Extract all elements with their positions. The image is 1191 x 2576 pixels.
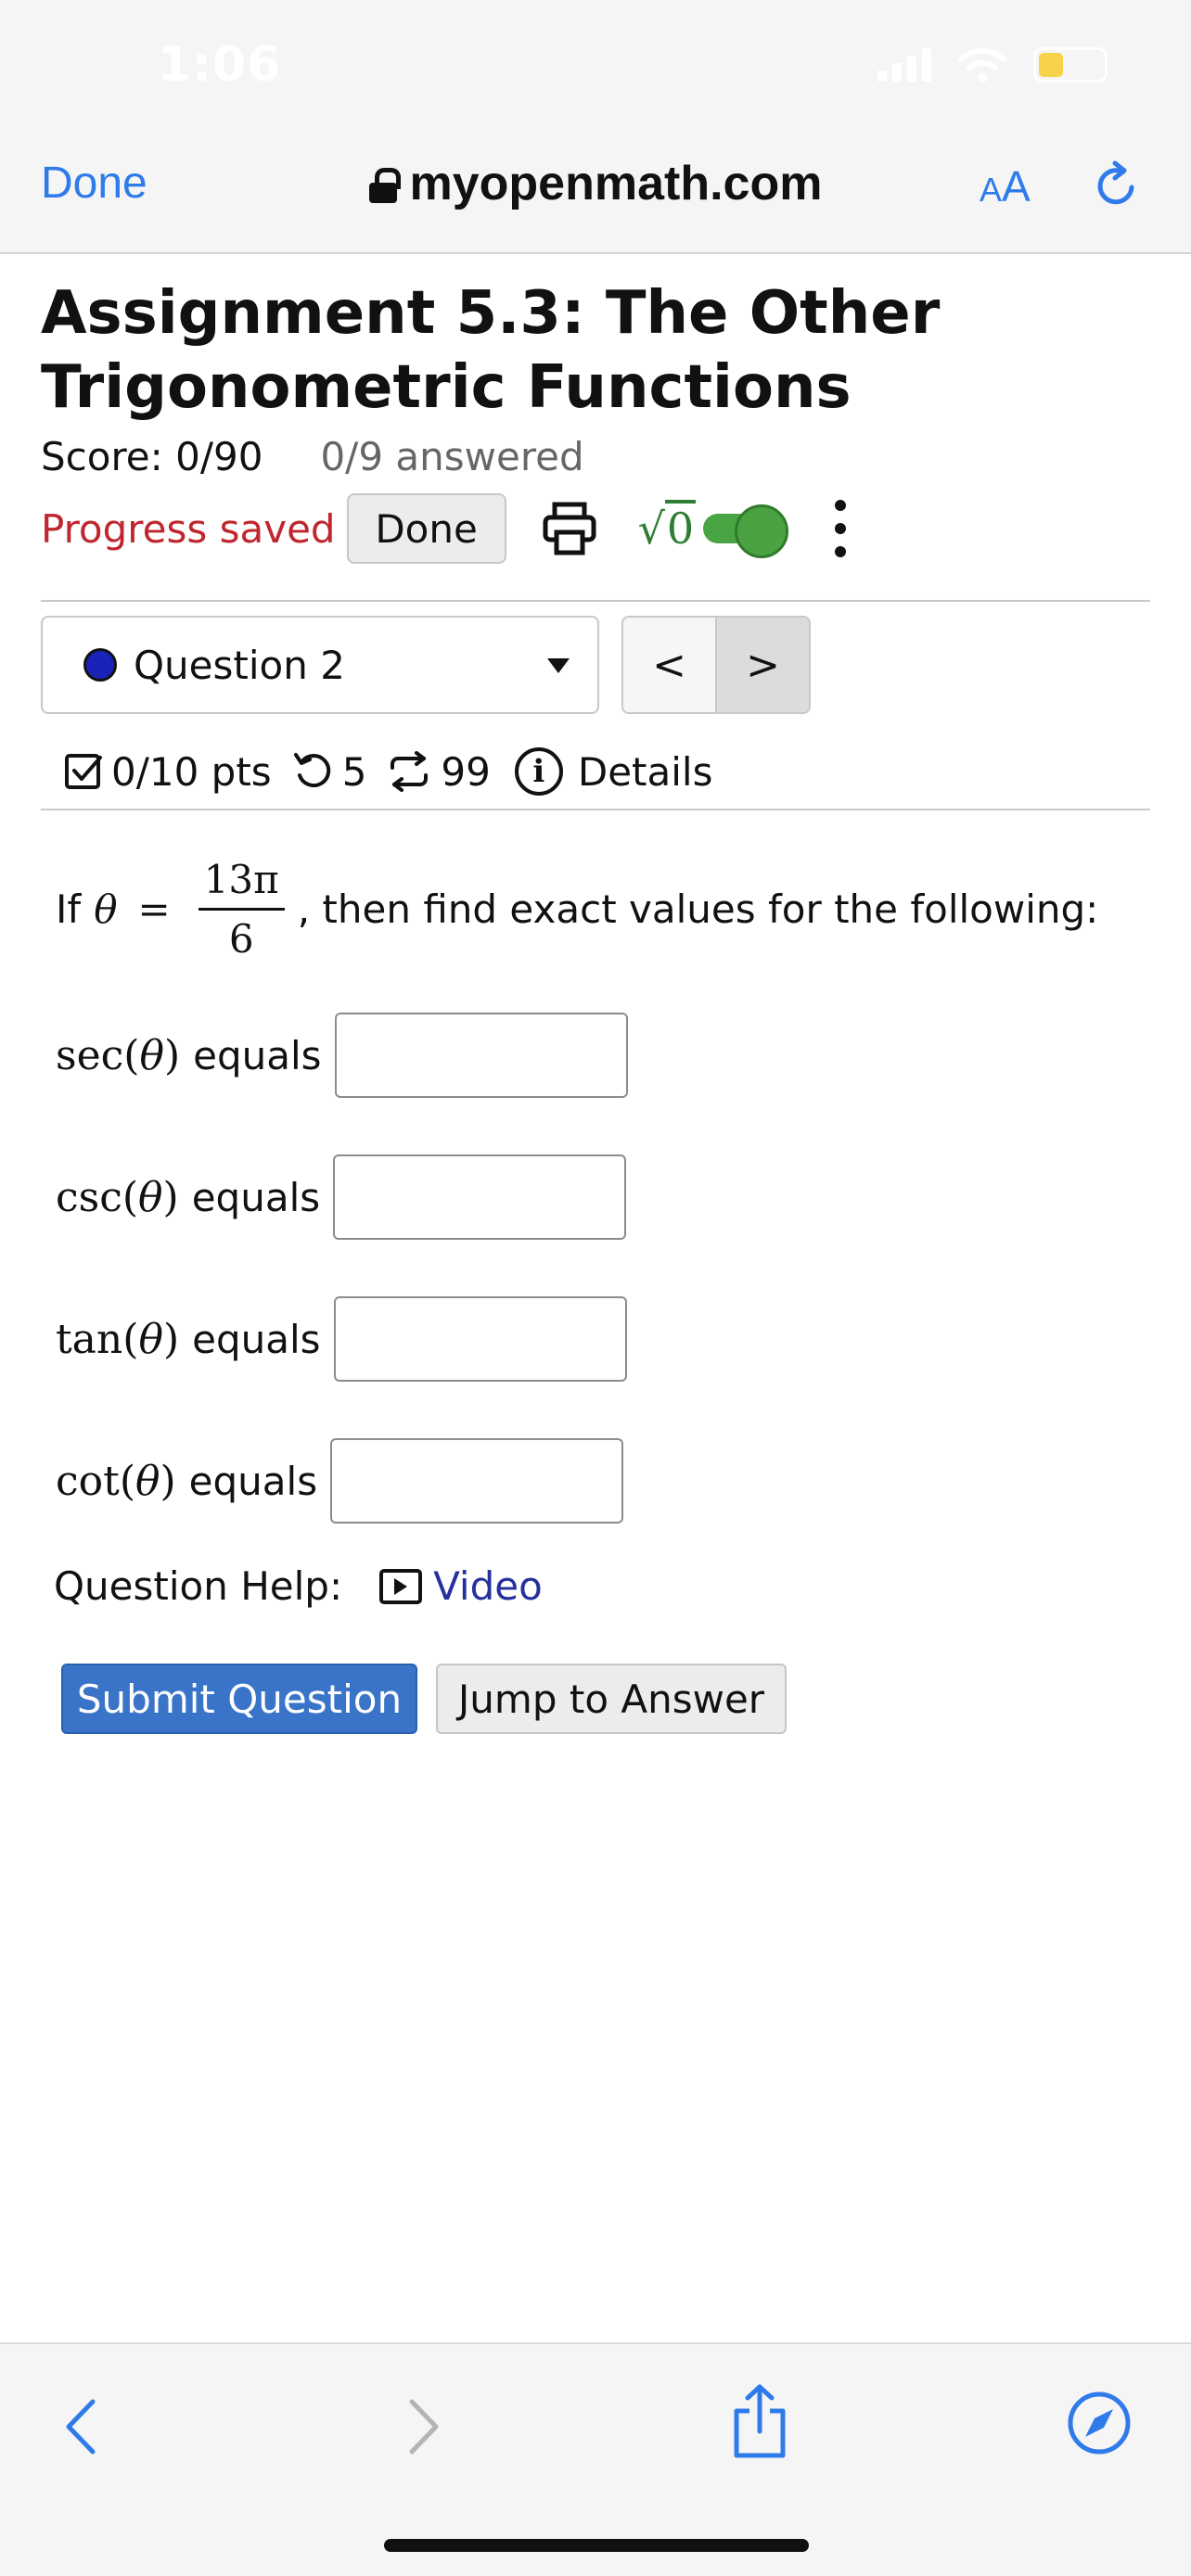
sec-answer-row: sec(θ) equals — [56, 1013, 628, 1098]
video-link[interactable]: Video — [433, 1563, 543, 1609]
page-title: Assignment 5.3: The Other Trigonometric … — [41, 279, 941, 422]
progress-saved-status: Progress saved — [41, 505, 336, 552]
cot-answer-row: cot(θ) equals — [56, 1438, 624, 1524]
question-help-label: Question Help: — [54, 1563, 343, 1609]
tan-answer-row: tan(θ) equals — [56, 1296, 627, 1382]
csc-answer-row: csc(θ) equals — [56, 1154, 627, 1240]
reload-icon[interactable] — [1091, 159, 1143, 211]
sec-answer-input[interactable] — [334, 1013, 628, 1098]
back-icon[interactable] — [58, 2394, 104, 2459]
function-label: cot(θ) — [56, 1457, 176, 1505]
home-indicator — [384, 2539, 809, 2552]
forward-icon[interactable] — [401, 2394, 447, 2459]
function-label: tan(θ) — [56, 1315, 180, 1363]
math-entry-toggle[interactable]: √0 — [638, 500, 789, 558]
function-label: sec(θ) — [56, 1031, 181, 1079]
checkbox-icon — [65, 754, 102, 789]
score-row: Score: 0/90 0/9 answered — [41, 434, 584, 479]
done-button[interactable]: Done — [346, 493, 506, 564]
next-question-button[interactable]: > — [715, 618, 809, 712]
question-selector-label: Question 2 — [134, 642, 345, 688]
answered-count: 0/9 answered — [320, 434, 584, 479]
lock-icon — [368, 168, 401, 203]
status-time: 1:06 — [158, 37, 282, 93]
toolbar: Progress saved Done √0 — [41, 491, 848, 566]
jump-to-answer-button[interactable]: Jump to Answer — [436, 1664, 787, 1734]
text-size-button[interactable]: AA — [980, 161, 1031, 211]
toggle-switch[interactable] — [703, 504, 789, 558]
question-nav-group: < > — [621, 616, 811, 714]
score-text: Score: 0/90 — [41, 434, 263, 479]
points-text: 0/10 pts — [111, 748, 272, 795]
details-link[interactable]: Details — [578, 749, 713, 795]
signal-icon — [877, 48, 931, 82]
share-icon[interactable] — [729, 2383, 790, 2461]
wifi-icon — [958, 48, 1006, 83]
tan-answer-input[interactable] — [333, 1296, 627, 1382]
function-label: csc(θ) — [56, 1173, 179, 1221]
retries-count: 5 — [341, 748, 367, 795]
attempts-count: 99 — [441, 748, 491, 795]
csc-answer-input[interactable] — [333, 1154, 627, 1240]
math-toggle-label: √0 — [638, 500, 697, 554]
previous-question-button[interactable]: < — [623, 618, 715, 712]
question-status-dot — [83, 648, 117, 682]
divider — [41, 809, 1150, 810]
angle-fraction: 13π 6 — [198, 857, 285, 962]
question-selector[interactable]: Question 2 — [41, 616, 599, 714]
caret-down-icon — [547, 658, 570, 673]
browser-address-bar: Done myopenmath.com AA — [0, 139, 1191, 254]
compass-icon[interactable] — [1067, 2391, 1132, 2455]
question-help: Question Help: Video — [54, 1563, 543, 1609]
info-icon[interactable]: i — [514, 747, 563, 796]
kebab-icon[interactable] — [835, 500, 848, 557]
status-bar: 1:06 — [0, 0, 1191, 139]
print-icon[interactable] — [542, 501, 597, 556]
cot-answer-input[interactable] — [330, 1438, 624, 1524]
url-text: myopenmath.com — [409, 157, 823, 210]
video-icon[interactable] — [379, 1568, 423, 1604]
attempts-icon — [391, 751, 429, 792]
retry-icon — [293, 753, 330, 788]
question-prompt: If θ = 13π 6 , then find exact values fo… — [56, 856, 1099, 962]
status-icons — [877, 46, 1108, 83]
question-meta: 0/10 pts 5 99 i Details — [63, 742, 712, 801]
battery-icon — [1033, 47, 1108, 83]
divider — [41, 600, 1150, 602]
submit-question-button[interactable]: Submit Question — [61, 1664, 417, 1734]
